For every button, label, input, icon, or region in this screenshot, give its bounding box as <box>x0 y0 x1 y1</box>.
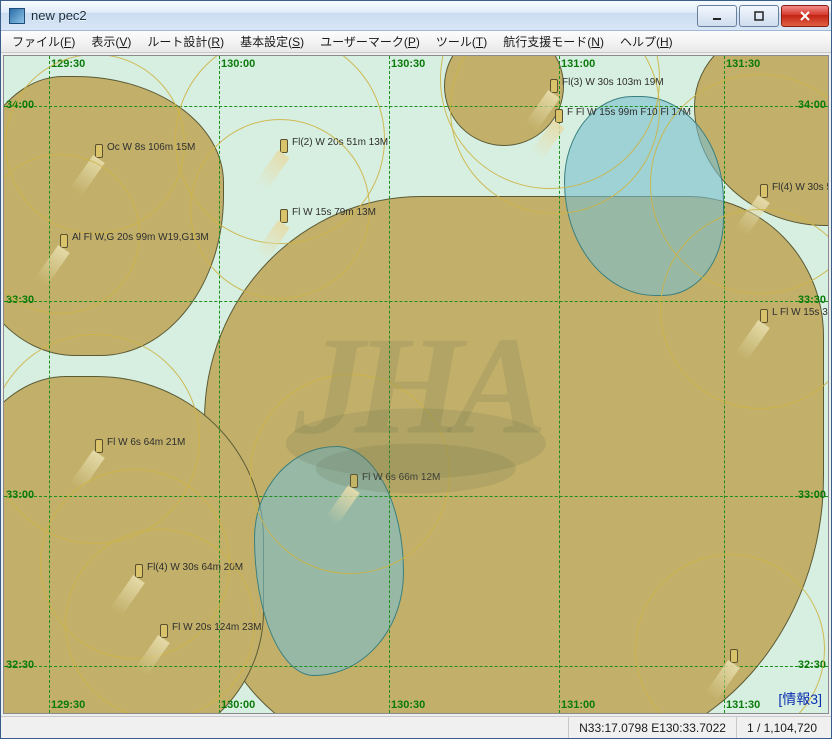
grid-label-lon: 130:00 <box>221 58 255 70</box>
menu-help[interactable]: ヘルプ(H) <box>613 31 680 52</box>
grid-label-lat: 33:00 <box>6 489 34 501</box>
app-window: new pec2 ファイル(F) 表示(V) ルート設計(R) 基本設定(S) … <box>0 0 832 739</box>
menu-nav[interactable]: 航行支援モード(N) <box>496 31 611 52</box>
status-scale: 1 / 1,104,720 <box>736 717 827 738</box>
gridline-lat <box>4 301 828 302</box>
grid-label-lon: 131:30 <box>726 58 760 70</box>
grid-label-lat: 32:30 <box>798 659 826 671</box>
grid-label-lat: 32:30 <box>6 659 34 671</box>
gridline-lon <box>389 56 390 713</box>
menu-file[interactable]: ファイル(F) <box>5 31 82 52</box>
grid-label-lon: 131:30 <box>726 699 760 711</box>
grid-label-lon: 130:30 <box>391 58 425 70</box>
grid-label-lon: 130:30 <box>391 699 425 711</box>
gridline-lon <box>49 56 50 713</box>
chart-canvas[interactable]: 129:30 129:30 130:00 130:00 130:30 130:30 131:… <box>3 55 829 714</box>
grid-label-lon: 131:00 <box>561 699 595 711</box>
menu-basic[interactable]: 基本設定(S) <box>233 31 311 52</box>
gridline-lon <box>559 56 560 713</box>
grid-label-lat: 33:30 <box>6 294 34 306</box>
menu-tool[interactable]: ツール(T) <box>429 31 494 52</box>
minimize-icon <box>711 10 723 22</box>
gridline-lat <box>4 496 828 497</box>
close-icon <box>799 10 811 22</box>
menu-view[interactable]: 表示(V) <box>84 31 138 52</box>
grid-label-lat: 33:00 <box>798 489 826 501</box>
gridline-lon <box>724 56 725 713</box>
statusbar: N33:17.0798 E130:33.7022 1 / 1,104,720 <box>1 716 831 738</box>
titlebar[interactable]: new pec2 <box>1 1 831 31</box>
gridline-lat <box>4 666 828 667</box>
gridline-lon <box>219 56 220 713</box>
grid-label-lat: 34:00 <box>798 99 826 111</box>
maximize-button[interactable] <box>739 5 779 27</box>
window-controls <box>695 5 829 27</box>
menubar: ファイル(F) 表示(V) ルート設計(R) 基本設定(S) ユーザーマーク(P… <box>1 31 831 53</box>
grid-label-lon: 131:00 <box>561 58 595 70</box>
grid-label-lat: 34:00 <box>6 99 34 111</box>
status-position: N33:17.0798 E130:33.7022 <box>568 717 736 738</box>
grid-label-lon: 129:30 <box>51 58 85 70</box>
gridline-lat <box>4 106 828 107</box>
window-title: new pec2 <box>31 8 695 23</box>
info-link[interactable]: [情報3] <box>778 689 822 709</box>
minimize-button[interactable] <box>697 5 737 27</box>
app-icon <box>9 8 25 24</box>
close-button[interactable] <box>781 5 829 27</box>
grid-label-lat: 33:30 <box>798 294 826 306</box>
grid-label-lon: 129:30 <box>51 699 85 711</box>
menu-route[interactable]: ルート設計(R) <box>140 31 231 52</box>
menu-usermark[interactable]: ユーザーマーク(P) <box>313 31 427 52</box>
maximize-icon <box>753 10 765 22</box>
grid-label-lon: 130:00 <box>221 699 255 711</box>
